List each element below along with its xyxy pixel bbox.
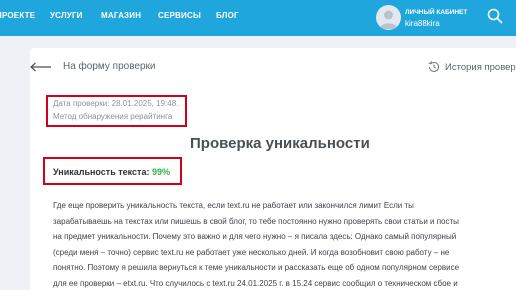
page-title: Проверка уникальности: [190, 135, 370, 152]
arrow-left-icon: [30, 62, 51, 72]
history-clock-icon: [428, 61, 439, 72]
nav-item-blog[interactable]: БЛОГ: [216, 11, 239, 20]
search-icon[interactable]: [487, 8, 503, 24]
text-line: (среди меня – точно) сервис text.ru не р…: [53, 247, 450, 257]
account-label: ЛИЧНЫЙ КАБИНЕТ: [405, 9, 468, 16]
top-navigation-bar: ПРОЕКТЕ УСЛУГИ МАГАЗИН СЕРВИСЫ БЛОГ ЛИЧН…: [0, 0, 516, 36]
nav-item-shop[interactable]: МАГАЗИН: [101, 11, 141, 20]
text-line: понятно. Поэтому я решила вернуться к те…: [53, 263, 460, 273]
nav-item-about[interactable]: ПРОЕКТЕ: [0, 11, 35, 20]
uniqueness-value: 99%: [151, 167, 170, 177]
nav-item-tools[interactable]: СЕРВИСЫ: [158, 11, 201, 20]
checked-text: Где еще проверить уникальность текста, е…: [53, 198, 513, 290]
text-line: зарабатываешь на текстах или пишешь в св…: [53, 216, 459, 226]
account-username: kira88kira: [405, 19, 440, 28]
history-link-label: История проверок: [445, 62, 516, 73]
avatar[interactable]: [376, 5, 401, 30]
detection-method: Метод обнаружения рерайтинга: [53, 112, 173, 121]
back-link-label: На форму проверки: [63, 61, 156, 72]
text-line: Где еще проверить уникальность текста, е…: [53, 201, 414, 210]
nav-item-services[interactable]: УСЛУГИ: [50, 11, 83, 20]
uniqueness-result: Уникальность текста: 99%: [53, 167, 170, 177]
text-line: для ее проверки – etxt.ru. Что случилось…: [53, 278, 458, 288]
check-date: Дата проверки: 28.01.2025, 19:48.: [53, 99, 179, 108]
text-line: на предмет уникальности. Почему это важн…: [53, 232, 457, 242]
uniqueness-label: Уникальность текста:: [53, 167, 150, 177]
